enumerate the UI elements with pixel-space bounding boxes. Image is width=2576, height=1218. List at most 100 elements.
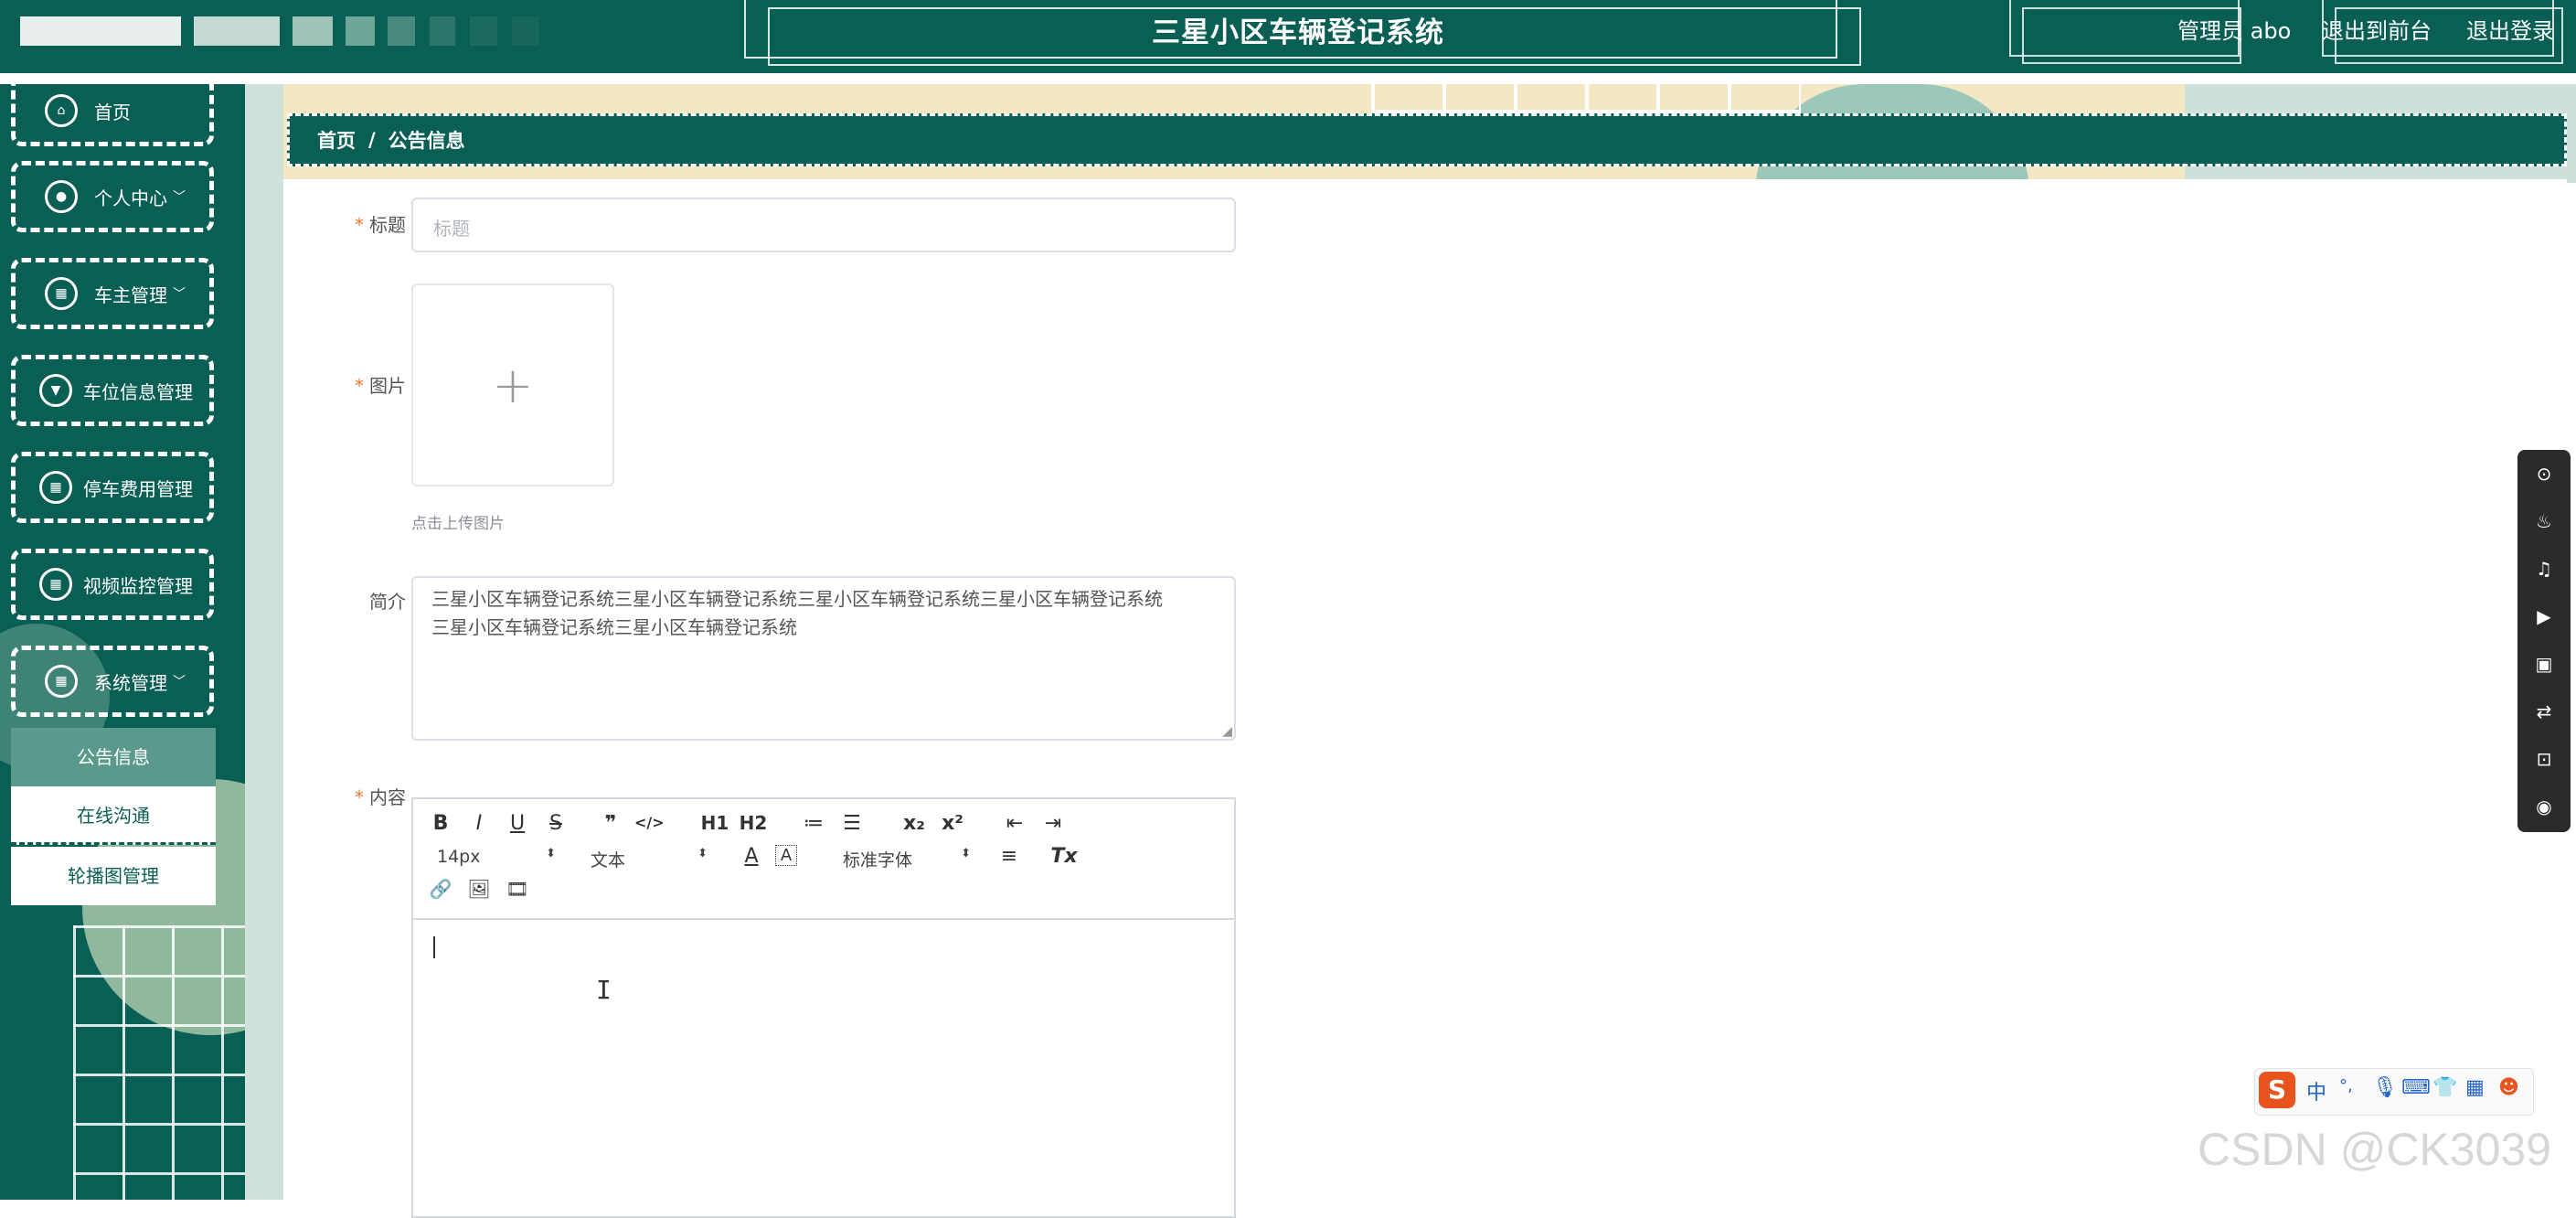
sidebar-item-label: 首页 [94,101,131,123]
italic-button[interactable]: I [464,812,494,835]
logo-deco-bar [388,16,415,46]
swap-icon[interactable]: ⇄ [2517,688,2571,735]
crop-icon[interactable]: ▣ [2517,640,2571,688]
h2-button[interactable]: H2 [739,812,768,834]
required-mark: * [355,786,364,808]
sidebar-item-label: 停车费用管理 [83,477,193,500]
text-caret [433,936,435,958]
apps-icon[interactable]: ▦ [2465,1076,2485,1099]
grid-icon: ▦ [39,471,72,504]
punctuation-toggle[interactable]: °, [2339,1076,2353,1095]
bg-deco [1371,84,1801,113]
microphone-icon[interactable]: 🎙 [2372,1076,2398,1099]
form-panel: * 标题 标题 * 图片 + 点击上传图片 简介 三星小区车辆登记系统三星小区车辆登… [283,179,2567,1218]
code-block-button[interactable]: </> [634,814,665,831]
sidebar-item-home[interactable]: ⌂ 首页 [11,84,214,146]
subscript-button[interactable]: x₂ [899,812,929,835]
h1-button[interactable]: H1 [700,812,729,834]
image-button[interactable]: 🖼 [464,878,494,900]
paragraph-select[interactable]: 文本 ⬍ [591,847,708,871]
underline-button[interactable]: U [503,812,532,835]
bullet-list-button[interactable]: ☰ [837,812,867,835]
bold-button[interactable]: B [426,812,455,835]
blockquote-button[interactable]: ❞ [596,812,625,835]
sidebar-item-label: 个人中心 [94,187,167,209]
chevron-down-icon: ﹀ [173,287,186,302]
submenu-item-carousel-management[interactable]: 轮播图管理 [11,847,216,905]
title-input[interactable]: 标题 [411,198,1236,252]
upload-tip: 点击上传图片 [411,515,505,533]
submenu-item-online-chat[interactable]: 在线沟通 [11,786,216,845]
sidebar-item-owner-management[interactable]: ▦ 车主管理 ﹀ [11,258,214,329]
video-button[interactable]: 🎞 [503,878,532,900]
clear-format-button[interactable]: Tx [1049,845,1079,868]
sidebar-item-video-monitor[interactable]: ▦ 视频监控管理 [11,549,214,620]
keyboard-icon[interactable]: ⌨ [2401,1076,2431,1099]
align-button[interactable]: ≡ [995,845,1024,868]
font-color-button[interactable]: A [737,845,766,868]
breadcrumb-current: 公告信息 [388,130,465,152]
grid-icon: ▦ [39,568,72,601]
parking-icon: ▼ [39,374,72,407]
ordered-list-button[interactable]: ≔ [799,812,828,835]
outdent-button[interactable]: ⇤ [1000,812,1029,835]
sidebar: ⌂ 首页 ● 个人中心 ﹀ ▦ 车主管理 ﹀ ▼ 车位信息管理 ▦ 停车费用管理… [0,84,245,1200]
logo-deco-bar [430,16,455,46]
breadcrumb-home[interactable]: 首页 [317,126,356,154]
top-bar: 三星小区车辆登记系统 管理员 abo 退出到前台 退出登录 [0,0,2576,84]
home-icon: ⌂ [45,94,78,127]
font-family-select[interactable]: 标准字体 ⬍ [843,847,971,871]
rich-text-editor: B I U S ❞ </> H1 H2 ≔ ☰ x₂ x² ⇤ ⇥ 14px ⬍ … [411,797,1236,1218]
superscript-button[interactable]: x² [938,812,967,835]
emoji-icon[interactable]: ☻ [2498,1076,2519,1099]
logout-link[interactable]: 退出登录 [2466,0,2554,62]
background-color-button[interactable]: A [775,845,797,866]
sidebar-item-label: 系统管理 [94,671,167,694]
bg-deco [73,925,245,1200]
video-icon[interactable]: ▶ [2517,593,2571,640]
sidebar-item-system-management[interactable]: ▦ 系统管理 ﹀ [11,646,214,717]
flame-icon[interactable]: ♨ [2517,497,2571,545]
sidebar-item-parking-space[interactable]: ▼ 车位信息管理 [11,355,214,426]
intro-textarea[interactable]: 三星小区车辆登记系统三星小区车辆登记系统三星小区车辆登记系统三星小区车辆登记系统… [411,576,1236,741]
breadcrumb: 首页 / 公告信息 [287,113,2567,166]
link-button[interactable]: 🔗 [426,878,455,900]
submenu-item-announcement[interactable]: 公告信息 [11,728,216,786]
ime-mode-toggle[interactable]: 中 [2306,1076,2326,1106]
select-arrow-icon: ⬍ [961,847,971,860]
logo-deco-bar [20,16,181,46]
user-icon: ● [45,180,78,213]
title-label: * 标题 [355,214,406,236]
editor-content-area[interactable] [413,920,1234,1216]
resize-handle-icon[interactable]: ◢ [1222,724,1232,739]
search-icon[interactable]: ⊙ [2517,450,2571,497]
music-icon[interactable]: ♫ [2517,545,2571,593]
editor-toolbar: B I U S ❞ </> H1 H2 ≔ ☰ x₂ x² ⇤ ⇥ 14px ⬍ … [413,799,1234,920]
strike-button[interactable]: S [541,812,570,835]
screenshot-icon[interactable]: ⊡ [2517,735,2571,783]
required-mark: * [355,214,364,236]
back-to-front-link[interactable]: 退出到前台 [2322,0,2432,62]
camera-icon[interactable]: ◉ [2517,783,2571,830]
sidebar-item-personal-center[interactable]: ● 个人中心 ﹀ [11,161,214,232]
header-shadow-line [0,73,2576,84]
indent-button[interactable]: ⇥ [1038,812,1068,835]
title-placeholder: 标题 [433,218,470,240]
skin-icon[interactable]: 👕 [2432,1076,2457,1099]
sidebar-item-label: 车主管理 [94,283,167,306]
logo-deco-bar [512,16,539,46]
sidebar-item-label: 视频监控管理 [83,574,193,597]
watermark: CSDN @CK3039 [2198,1124,2552,1175]
floating-toolbar: ⊙ ♨ ♫ ▶ ▣ ⇄ ⊡ ◉ [2517,450,2571,832]
image-upload-box[interactable]: + [411,283,614,486]
sogou-logo-icon[interactable]: S [2259,1072,2295,1108]
sidebar-item-parking-fee[interactable]: ▦ 停车费用管理 [11,452,214,523]
breadcrumb-separator: / [368,129,376,151]
app-title: 三星小区车辆登记系统 [1152,16,1444,49]
chevron-down-icon: ﹀ [173,190,186,205]
user-label: 管理员 abo [2177,18,2292,44]
sidebar-item-label: 车位信息管理 [83,380,193,403]
content-label: * 内容 [355,786,406,808]
font-size-select[interactable]: 14px ⬍ [437,847,556,867]
select-arrow-icon: ⬍ [546,847,556,860]
